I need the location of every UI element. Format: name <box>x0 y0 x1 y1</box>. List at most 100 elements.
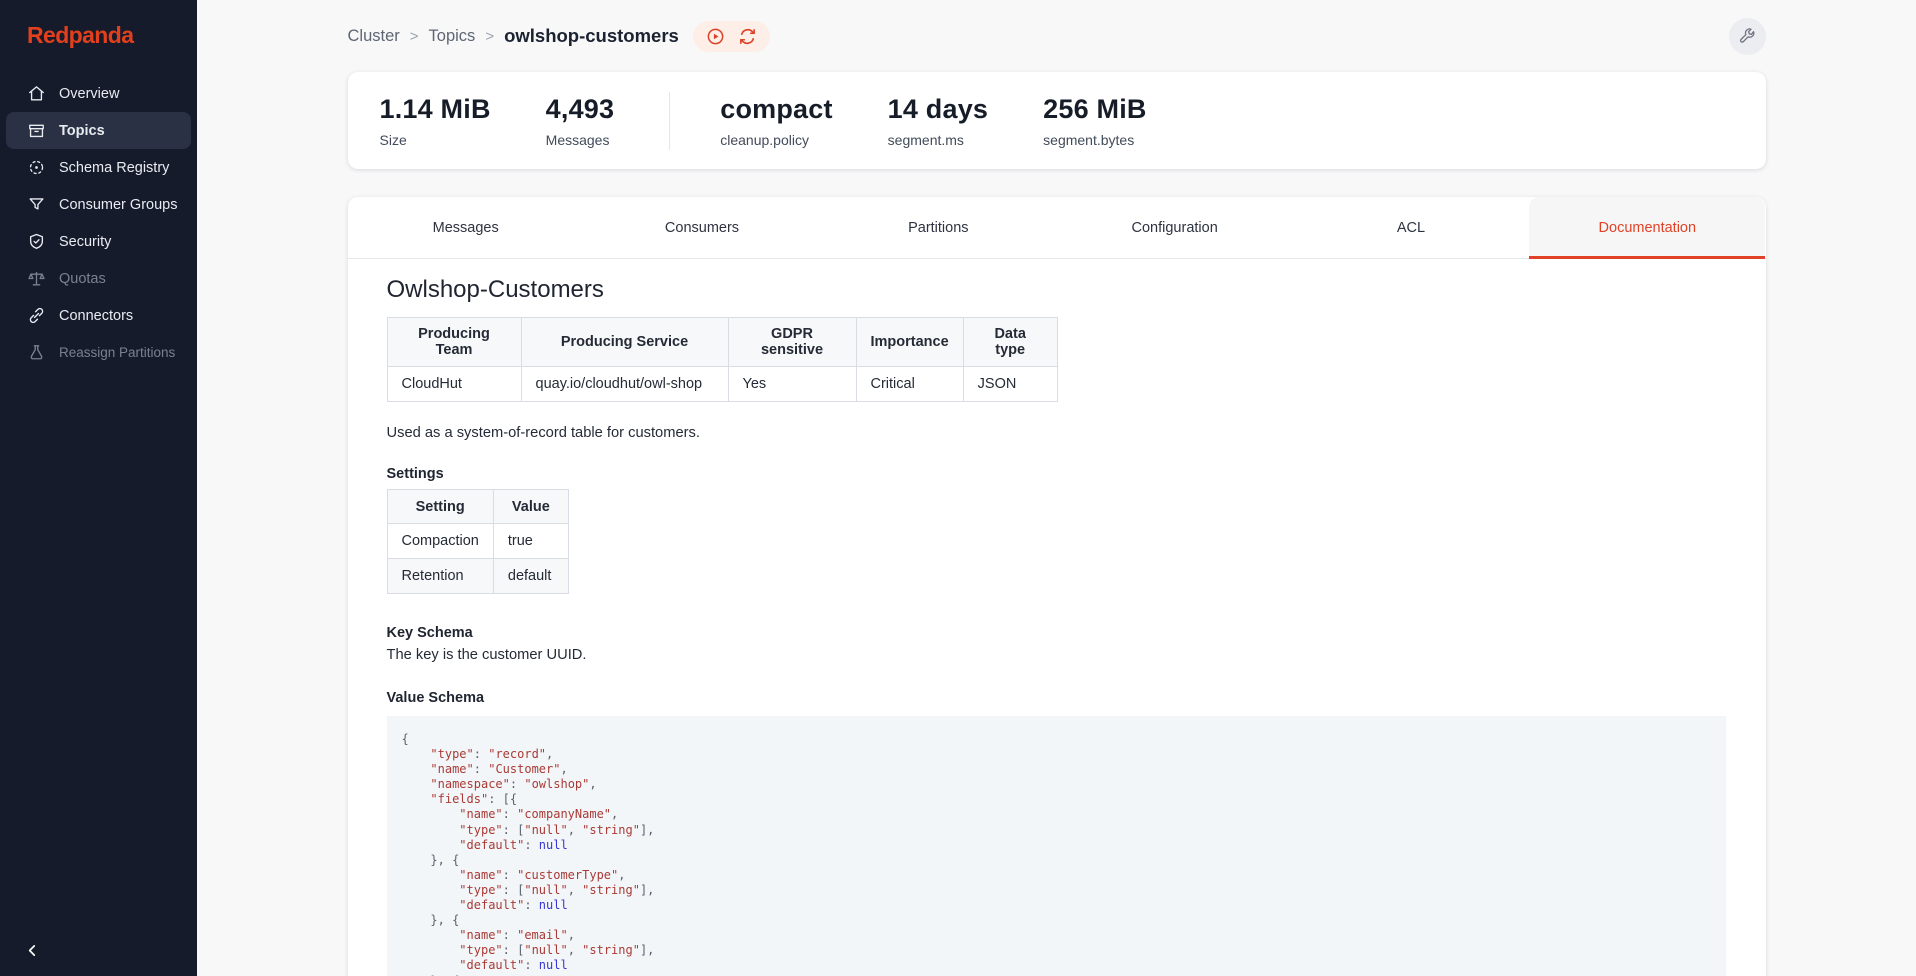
chevron-left-icon <box>24 942 41 959</box>
sidebar-item-security[interactable]: Security <box>6 223 191 260</box>
sidebar-item-label: Quotas <box>59 271 106 287</box>
column-header: Data type <box>963 318 1057 367</box>
home-icon <box>27 84 46 103</box>
stat-value: compact <box>720 94 832 125</box>
refresh-button[interactable] <box>738 27 757 46</box>
sidebar-item-schema-registry[interactable]: Schema Registry <box>6 149 191 186</box>
topic-action-pill <box>693 21 770 52</box>
table-cell: Critical <box>856 367 963 402</box>
sidebar-item-label: Overview <box>59 86 119 102</box>
topic-detail-card: MessagesConsumersPartitionsConfiguration… <box>348 197 1766 976</box>
value-schema-code: { "type": "record", "name": "Customer", … <box>387 716 1726 976</box>
sidebar-item-consumer-groups[interactable]: Consumer Groups <box>6 186 191 223</box>
table-cell: default <box>493 559 568 594</box>
sidebar-collapse-button[interactable] <box>18 936 46 964</box>
settings-heading: Settings <box>387 466 1726 482</box>
tab-bar: MessagesConsumersPartitionsConfiguration… <box>348 197 1766 259</box>
stat-value: 1.14 MiB <box>380 94 491 125</box>
column-header: GDPR sensitive <box>728 318 856 367</box>
wrench-icon <box>1738 27 1756 45</box>
tab-acl[interactable]: ACL <box>1293 197 1529 258</box>
doc-title: Owlshop-Customers <box>387 276 1726 304</box>
sidebar-item-quotas[interactable]: Quotas <box>6 260 191 297</box>
table-cell: CloudHut <box>387 367 521 402</box>
table-cell: JSON <box>963 367 1057 402</box>
reassign-partitions-icon <box>27 343 46 362</box>
column-header: Producing Service <box>521 318 728 367</box>
table-header-row: Producing TeamProducing ServiceGDPR sens… <box>387 318 1057 367</box>
produce-record-button[interactable] <box>706 27 725 46</box>
sidebar-item-label: Reassign Partitions <box>59 345 175 360</box>
security-icon <box>27 232 46 251</box>
doc-description: Used as a system-of-record table for cus… <box>387 425 1726 441</box>
table-cell: Yes <box>728 367 856 402</box>
redpanda-logo[interactable]: Redpanda <box>27 22 197 49</box>
sidebar-item-label: Security <box>59 234 111 250</box>
stat-label: segment.ms <box>888 132 988 148</box>
settings-table: SettingValueCompactiontrueRetentiondefau… <box>387 489 569 594</box>
stat-value: 256 MiB <box>1043 94 1146 125</box>
column-header: Setting <box>387 490 493 524</box>
schema-registry-icon <box>27 158 46 177</box>
stat-cleanup-policy: compact cleanup.policy <box>720 94 832 148</box>
breadcrumb-current-topic: owlshop-customers <box>504 25 679 47</box>
key-schema-text: The key is the customer UUID. <box>387 647 1726 663</box>
page-settings-button[interactable] <box>1729 18 1766 55</box>
column-header: Producing Team <box>387 318 521 367</box>
topics-icon <box>27 121 46 140</box>
sidebar-item-reassign-partitions[interactable]: Reassign Partitions <box>6 334 191 371</box>
breadcrumb: Cluster > Topics > owlshop-customers <box>348 25 679 47</box>
quotas-icon <box>27 269 46 288</box>
value-schema-heading: Value Schema <box>387 690 1726 706</box>
topbar: Cluster > Topics > owlshop-customers <box>348 0 1766 72</box>
stat-segment-ms: 14 days segment.ms <box>888 94 988 148</box>
table-header-row: SettingValue <box>387 490 568 524</box>
play-circle-icon <box>706 27 725 46</box>
table-cell: quay.io/cloudhut/owl-shop <box>521 367 728 402</box>
stat-messages: 4,493 Messages <box>546 94 615 148</box>
key-schema-heading: Key Schema <box>387 625 1726 641</box>
sidebar-item-topics[interactable]: Topics <box>6 112 191 149</box>
table-row: CloudHutquay.io/cloudhut/owl-shopYesCrit… <box>387 367 1057 402</box>
stat-label: cleanup.policy <box>720 132 832 148</box>
stat-size: 1.14 MiB Size <box>380 94 491 148</box>
stat-segment-bytes: 256 MiB segment.bytes <box>1043 94 1146 148</box>
breadcrumb-separator-icon: > <box>410 28 419 45</box>
tab-partitions[interactable]: Partitions <box>820 197 1056 258</box>
tab-messages[interactable]: Messages <box>348 197 584 258</box>
stat-label: Size <box>380 132 491 148</box>
tab-documentation[interactable]: Documentation <box>1529 197 1765 258</box>
tab-consumers[interactable]: Consumers <box>584 197 820 258</box>
table-cell: Compaction <box>387 524 493 559</box>
stat-label: Messages <box>546 132 615 148</box>
table-cell: Retention <box>387 559 493 594</box>
column-header: Importance <box>856 318 963 367</box>
tab-configuration[interactable]: Configuration <box>1056 197 1292 258</box>
column-header: Value <box>493 490 568 524</box>
table-row: Retentiondefault <box>387 559 568 594</box>
sidebar-item-label: Topics <box>59 123 105 139</box>
consumer-groups-icon <box>27 195 46 214</box>
table-row: Compactiontrue <box>387 524 568 559</box>
stat-value: 14 days <box>888 94 988 125</box>
main-area: Cluster > Topics > owlshop-customers <box>197 0 1916 976</box>
sidebar-nav: Overview Topics Schema Registry Consumer Gr… <box>0 75 197 371</box>
stat-label: segment.bytes <box>1043 132 1146 148</box>
stats-divider <box>669 92 670 150</box>
sidebar: Redpanda Overview Topics Schema Registry Co… <box>0 0 197 976</box>
breadcrumb-link-topics[interactable]: Topics <box>429 27 476 46</box>
refresh-icon <box>738 27 757 46</box>
breadcrumb-separator-icon: > <box>485 28 494 45</box>
sidebar-item-label: Connectors <box>59 308 133 324</box>
sidebar-item-connectors[interactable]: Connectors <box>6 297 191 334</box>
topic-stats-card: 1.14 MiB Size 4,493 Messages compact cleanup.… <box>348 72 1766 169</box>
table-cell: true <box>493 524 568 559</box>
connectors-icon <box>27 306 46 325</box>
sidebar-item-overview[interactable]: Overview <box>6 75 191 112</box>
sidebar-item-label: Schema Registry <box>59 160 169 176</box>
sidebar-item-label: Consumer Groups <box>59 197 177 213</box>
documentation-panel: Owlshop-Customers Producing TeamProducin… <box>348 259 1766 976</box>
breadcrumb-link-cluster[interactable]: Cluster <box>348 27 400 46</box>
topic-info-table: Producing TeamProducing ServiceGDPR sens… <box>387 317 1058 402</box>
stat-value: 4,493 <box>546 94 615 125</box>
